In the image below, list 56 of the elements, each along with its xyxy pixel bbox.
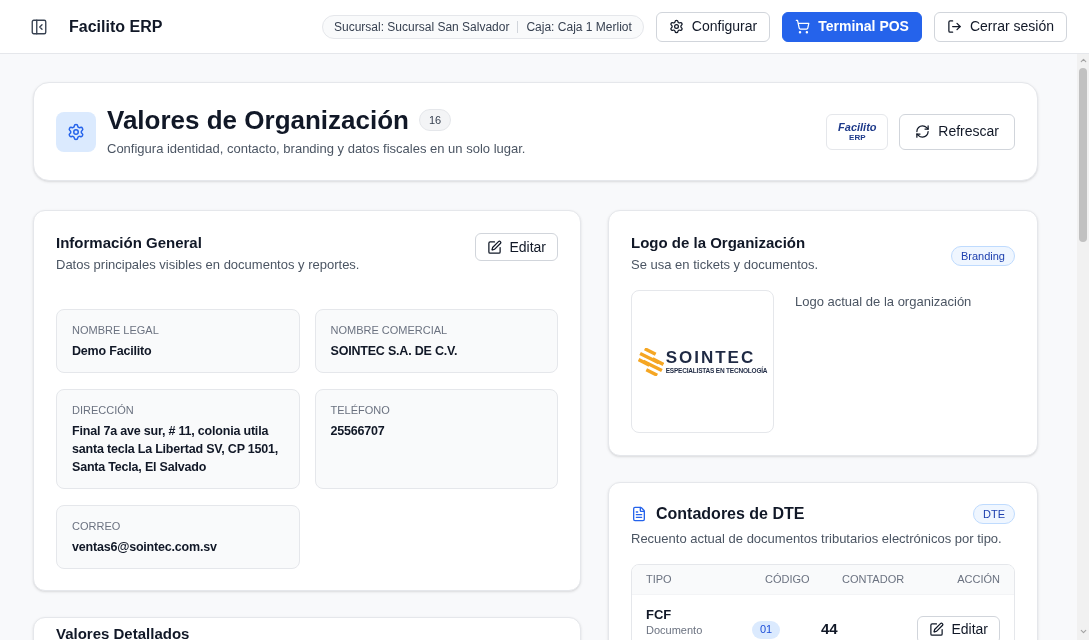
field-label: CORREO [72,519,122,534]
settings-icon [56,111,96,152]
context-label: Caja: Caja 1 Merliot [526,18,632,36]
count-badge: 16 [419,109,452,132]
refresh-icon [915,124,931,139]
pos-terminal-button[interactable]: Terminal POS [782,11,922,42]
field-value: SOINTEC S.A. DE C.V. [330,343,459,360]
logo-subtext: ERP [849,133,866,142]
refresh-button[interactable]: Refrescar [899,113,1015,150]
card-title: Contadores de DTE [656,504,805,524]
edit-icon [487,239,503,255]
column-header: TIPO [646,572,672,588]
logout-icon [946,19,962,34]
field-value: Final 7a ave sur, # 11, colonia utila santa tecla La Libertad SV, CP 1501, Santa Tecla, El Salvado [72,423,280,476]
scroll-down-icon[interactable] [1078,627,1088,636]
column-header: ACCIÓN [957,572,1000,588]
card-title: Valores Detallados [56,624,191,640]
card-subtitle: Datos principales visibles en documentos y reportes. [56,256,360,274]
field-label: NOMBRE COMERCIAL [330,323,449,338]
counter-cell-text: 44 [821,619,839,640]
edit-button[interactable]: Editar [475,233,558,261]
card-title: Información General [56,233,203,253]
logo-mark-icon [637,347,664,376]
cart-icon [795,19,811,34]
page-title: Valores de Organización [107,104,409,137]
settings-icon [668,19,684,34]
logout-button[interactable]: Cerrar sesión [933,11,1067,42]
scroll-up-icon[interactable] [1078,56,1088,65]
app-title: Facilito ERP [69,16,163,37]
edit-icon [929,622,945,637]
category-badge: Branding [950,246,1015,267]
edit-button[interactable]: Editar [917,615,1000,640]
field-value: Demo Facilito [72,343,153,360]
card-subtitle: Se usa en tickets y documentos. [631,256,819,274]
context-label: Sucursal: Sucursal San Salvador [334,18,510,36]
field-label: NOMBRE LEGAL [72,323,160,338]
logo-wordmark: Facilito [838,121,877,133]
category-badge: DTE [973,504,1015,524]
logo-wordmark: SOINTEC [665,348,756,367]
field-label: DIRECCIÓN [72,403,135,418]
scrollbar-thumb[interactable] [1079,68,1087,242]
logo-caption: Logo actual de la organización [795,293,972,311]
configure-button[interactable]: Configurar [655,11,771,42]
page-subtitle: Configura identidad, contacto, branding y datos fiscales en un solo lugar. [107,140,526,159]
document-icon [631,506,647,522]
field-value: ventas6@sointec.com.sv [72,539,218,556]
type-cell-text: FCF [646,607,673,623]
column-header: CÓDIGO [765,572,810,588]
field-value: 25566707 [330,423,386,440]
column-header: CONTADOR [842,572,905,588]
card-subtitle: Recuento actual de documentos tributarios electrónicos por tipo. [631,530,1003,548]
field-label: TELÉFONO [330,403,391,418]
type-description: Documento [646,623,704,637]
code-badge: 01 [752,620,781,639]
card-title: Logo de la Organización [631,233,807,253]
sidebar-toggle-icon[interactable] [30,17,48,36]
